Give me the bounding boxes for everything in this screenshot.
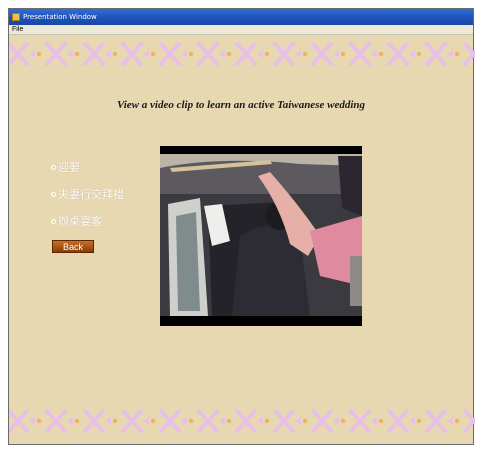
presentation-window: Presentation Window File View a video cl… (8, 8, 475, 445)
option-label: 迎娶 (58, 162, 80, 174)
option-wedding-pickup[interactable]: 迎娶 (51, 161, 80, 175)
border-pattern-bottom (9, 409, 475, 433)
border-x-motif (273, 409, 301, 433)
page-title: View a video clip to learn an active Tai… (117, 99, 365, 111)
border-x-motif (463, 409, 475, 433)
border-x-motif (159, 42, 187, 66)
border-x-motif (45, 42, 73, 66)
border-x-motif (45, 409, 73, 433)
menu-file[interactable]: File (12, 26, 23, 33)
border-dot (188, 418, 194, 424)
option-banquet[interactable]: 辦桌宴客 (51, 215, 102, 229)
border-x-motif (9, 42, 35, 66)
option-couple-bow[interactable]: 夫妻行交拜禮 (51, 188, 124, 202)
border-x-motif (235, 42, 263, 66)
border-dot (340, 418, 346, 424)
decorative-border-top (9, 39, 475, 69)
border-dot (454, 418, 460, 424)
video-player[interactable] (160, 146, 362, 326)
border-x-motif (273, 42, 301, 66)
border-dot (226, 418, 232, 424)
border-x-motif (349, 42, 377, 66)
border-x-motif (387, 42, 415, 66)
border-x-motif (121, 409, 149, 433)
option-label: 夫妻行交拜禮 (58, 189, 124, 201)
border-dot (454, 51, 460, 57)
border-dot (378, 418, 384, 424)
border-dot (302, 418, 308, 424)
border-dot (112, 51, 118, 57)
border-dot (112, 418, 118, 424)
border-x-motif (83, 409, 111, 433)
border-dot (416, 51, 422, 57)
bullet-circle-icon (51, 191, 56, 197)
option-label: 辦桌宴客 (58, 216, 102, 228)
title-bar[interactable]: Presentation Window (9, 9, 473, 25)
border-x-motif (159, 409, 187, 433)
window-title: Presentation Window (23, 13, 97, 21)
border-x-motif (387, 409, 415, 433)
border-dot (150, 51, 156, 57)
video-still-image (160, 146, 362, 326)
border-dot (416, 418, 422, 424)
border-dot (226, 51, 232, 57)
border-dot (264, 51, 270, 57)
video-frame-picture (160, 154, 362, 316)
border-pattern-top (9, 42, 475, 66)
bullet-circle-icon (51, 218, 56, 224)
decorative-border-bottom (9, 406, 475, 436)
border-dot (378, 51, 384, 57)
border-x-motif (425, 42, 453, 66)
border-x-motif (197, 42, 225, 66)
border-x-motif (9, 409, 35, 433)
border-x-motif (83, 42, 111, 66)
border-dot (36, 418, 42, 424)
border-x-motif (311, 42, 339, 66)
border-x-motif (235, 409, 263, 433)
border-x-motif (425, 409, 453, 433)
back-button[interactable]: Back (52, 240, 94, 253)
border-dot (340, 51, 346, 57)
border-dot (302, 51, 308, 57)
border-dot (74, 51, 80, 57)
border-dot (36, 51, 42, 57)
app-icon (12, 13, 20, 21)
menu-bar: File (9, 25, 473, 35)
border-dot (264, 418, 270, 424)
border-x-motif (463, 42, 475, 66)
border-x-motif (311, 409, 339, 433)
border-dot (74, 418, 80, 424)
border-x-motif (349, 409, 377, 433)
border-x-motif (197, 409, 225, 433)
bullet-circle-icon (51, 164, 56, 170)
border-dot (188, 51, 194, 57)
border-x-motif (121, 42, 149, 66)
border-dot (150, 418, 156, 424)
